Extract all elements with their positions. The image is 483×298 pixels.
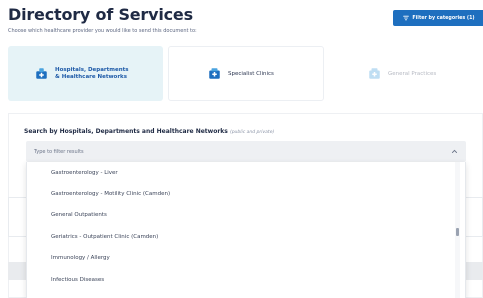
search-heading: Search by Hospitals, Departments and Hea… — [24, 128, 274, 135]
result-item-immunology[interactable]: Immunology / Allergy — [27, 248, 465, 269]
result-item-gastroenterology-liver[interactable]: Gastroenterology - Liver — [27, 162, 465, 183]
category-hospitals[interactable]: Hospitals, Departments & Healthcare Netw… — [8, 46, 163, 101]
page-title: Directory of Services — [8, 5, 193, 24]
search-heading-note: (public and private) — [229, 130, 275, 135]
chevron-up-icon[interactable] — [451, 148, 458, 155]
filter-input-placeholder: Type to filter results — [34, 148, 84, 155]
filter-button-label: Filter by categories (1) — [412, 15, 475, 21]
page-subtitle: Choose which healthcare provider you wou… — [8, 28, 197, 34]
category-general-practices-label: General Practices — [388, 70, 437, 77]
category-specialist-clinics[interactable]: Specialist Clinics — [168, 46, 324, 101]
filter-by-categories-button[interactable]: Filter by categories (1) — [393, 10, 483, 26]
result-item-infectious-diseases[interactable]: Infectious Diseases — [27, 269, 465, 290]
practice-icon — [369, 68, 380, 79]
category-specialist-clinics-label: Specialist Clinics — [228, 70, 274, 77]
result-item-general-outpatients[interactable]: General Outpatients — [27, 205, 465, 226]
filter-results-input[interactable]: Type to filter results — [26, 141, 466, 162]
category-hospitals-label: Hospitals, Departments & Healthcare Netw… — [55, 66, 129, 80]
clinic-icon — [209, 68, 220, 79]
result-item-geriatrics[interactable]: Geriatrics - Outpatient Clinic (Camden) — [27, 226, 465, 247]
filter-icon — [403, 15, 410, 21]
results-dropdown: Gastroenterology - Liver Gastroenterolog… — [26, 162, 466, 298]
result-item-gastroenterology-motility[interactable]: Gastroenterology - Motility Clinic (Camd… — [27, 183, 465, 204]
hospital-icon — [36, 68, 47, 79]
scrollbar-thumb[interactable] — [456, 228, 459, 236]
category-general-practices[interactable]: General Practices — [329, 46, 483, 101]
search-heading-text: Search by Hospitals, Departments and Hea… — [24, 128, 228, 135]
